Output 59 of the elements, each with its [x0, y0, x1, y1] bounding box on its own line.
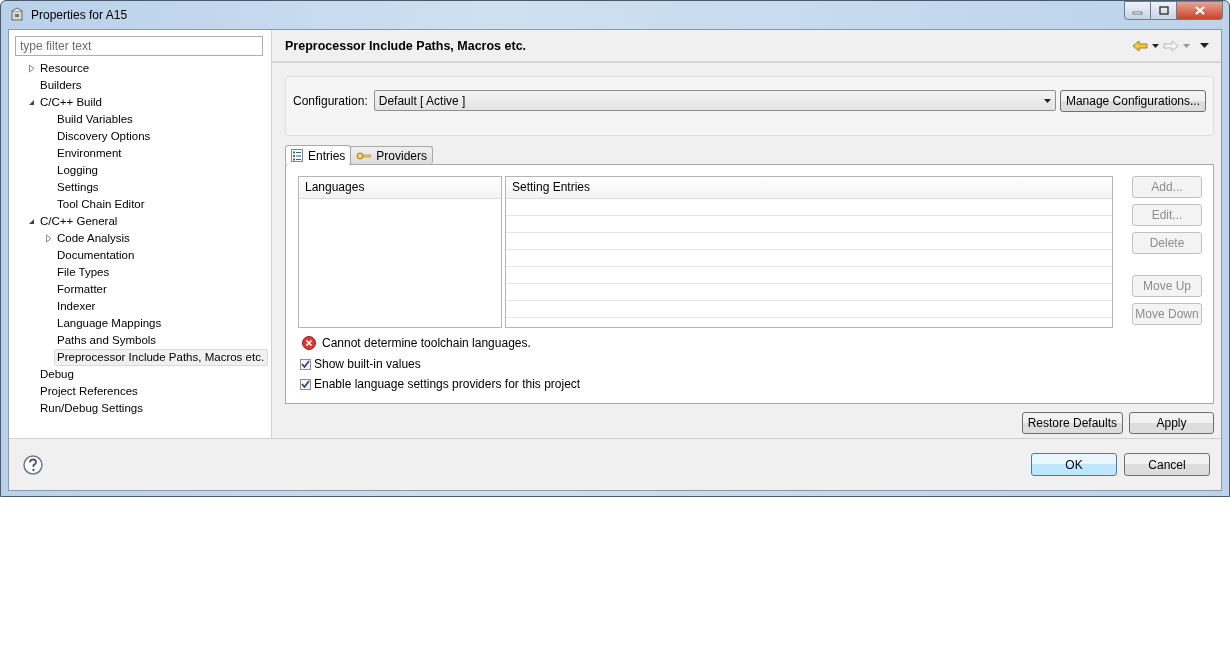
maximize-button[interactable]: [1151, 1, 1177, 20]
tree-item[interactable]: Preprocessor Include Paths, Macros etc.: [54, 349, 269, 366]
checkbox[interactable]: [300, 358, 311, 370]
collapsed-arrow-icon[interactable]: [27, 64, 35, 73]
filter-field[interactable]: type filter text: [15, 36, 263, 56]
error-icon: [302, 336, 316, 350]
restore-defaults-button[interactable]: Restore Defaults: [1021, 412, 1123, 434]
view-menu-icon[interactable]: [1200, 43, 1209, 48]
dialog-button[interactable]: OK: [1031, 453, 1117, 476]
collapsed-arrow-icon[interactable]: [44, 234, 52, 243]
expanded-arrow-icon[interactable]: [27, 99, 35, 106]
tree-item[interactable]: C/C++ Build: [37, 94, 106, 111]
tree-item[interactable]: Formatter: [54, 281, 111, 298]
check-icon: [301, 380, 310, 388]
tree-item[interactable]: Indexer: [54, 298, 100, 315]
tree-item[interactable]: Run/Debug Settings: [37, 400, 147, 417]
checkbox-label[interactable]: Show built-in values: [314, 357, 421, 371]
tree-item[interactable]: C/C++ General: [37, 213, 122, 230]
tree-item[interactable]: Environment: [54, 145, 126, 162]
page-title: Preprocessor Include Paths, Macros etc.: [285, 38, 527, 53]
dialog-button[interactable]: Cancel: [1124, 453, 1210, 476]
cube-icon: [9, 7, 25, 23]
expanded-arrow-icon[interactable]: [27, 218, 35, 225]
check-icon: [301, 360, 310, 368]
languages-list[interactable]: Languages: [298, 176, 502, 328]
tree-item[interactable]: Tool Chain Editor: [54, 196, 149, 213]
tree-item[interactable]: Build Variables: [54, 111, 137, 128]
setting-entries-table[interactable]: Setting Entries: [505, 176, 1113, 328]
tree-item[interactable]: Logging: [54, 162, 102, 179]
tree-item[interactable]: File Types: [54, 264, 114, 281]
close-icon: [1194, 6, 1205, 15]
apply-button[interactable]: Apply: [1129, 412, 1214, 434]
key-icon: [356, 151, 372, 160]
maximize-icon: [1158, 6, 1169, 15]
manage-configurations-button[interactable]: Manage Configurations...: [1059, 90, 1206, 112]
minimize-button[interactable]: [1124, 1, 1151, 20]
checkbox-label[interactable]: Enable language settings providers for this project: [314, 377, 581, 391]
help-icon[interactable]: [23, 454, 43, 475]
tree-item[interactable]: Resource: [37, 60, 94, 77]
tree-item[interactable]: Language Mappings: [54, 315, 166, 332]
configuration-dropdown[interactable]: Default [ Active ]: [373, 90, 1056, 111]
tree-item[interactable]: Project References: [37, 383, 142, 400]
tree-item[interactable]: Documentation: [54, 247, 139, 264]
list-icon: [291, 149, 303, 162]
dropdown-caret-icon: [1043, 98, 1051, 103]
tree-item[interactable]: Settings: [54, 179, 103, 196]
configuration-label: Configuration:: [293, 94, 368, 108]
checkbox[interactable]: [300, 378, 311, 390]
tree-item[interactable]: Builders: [37, 77, 86, 94]
tree-item[interactable]: Paths and Symbols: [54, 332, 161, 349]
tree-item[interactable]: Debug: [37, 366, 78, 383]
error-message: Cannot determine toolchain languages.: [322, 336, 531, 350]
tree-item[interactable]: Discovery Options: [54, 128, 155, 145]
tab[interactable]: Entries: [285, 145, 352, 165]
close-button[interactable]: [1177, 1, 1223, 20]
tree-item[interactable]: Code Analysis: [54, 230, 134, 247]
dropdown-caret-icon[interactable]: [1152, 43, 1159, 48]
window-title: Properties for A15: [31, 8, 128, 22]
tab[interactable]: Providers: [350, 146, 434, 164]
